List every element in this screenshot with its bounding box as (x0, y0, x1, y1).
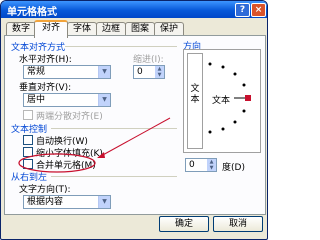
tab-patterns[interactable]: 图案 (125, 22, 155, 36)
tab-protection[interactable]: 保护 (154, 22, 184, 36)
ok-button[interactable]: 确定 (159, 216, 209, 232)
tab-alignment[interactable]: 对齐 (34, 20, 68, 38)
close-button[interactable]: × (251, 3, 266, 17)
tab-border[interactable]: 边框 (96, 22, 126, 36)
alignment-panel: 文本对齐方式 水平对齐(H): 常规 ▼ 缩进(I): 0 ▲ ▼ 垂直对齐(V)… (4, 35, 266, 215)
help-button[interactable]: ? (235, 3, 250, 17)
cancel-button[interactable]: 取消 (213, 216, 263, 232)
annotation-overlay (18, 117, 171, 173)
tab-number[interactable]: 数字 (6, 22, 36, 36)
dialog-title: 单元格格式 (7, 7, 57, 18)
format-cells-dialog: 单元格格式 ? × 数字 对齐 字体 边框 图案 保护 文本对齐方式 水平对齐(… (0, 0, 268, 240)
tab-font[interactable]: 字体 (67, 22, 97, 36)
title-bar[interactable]: 单元格格式 ? × (1, 1, 267, 18)
